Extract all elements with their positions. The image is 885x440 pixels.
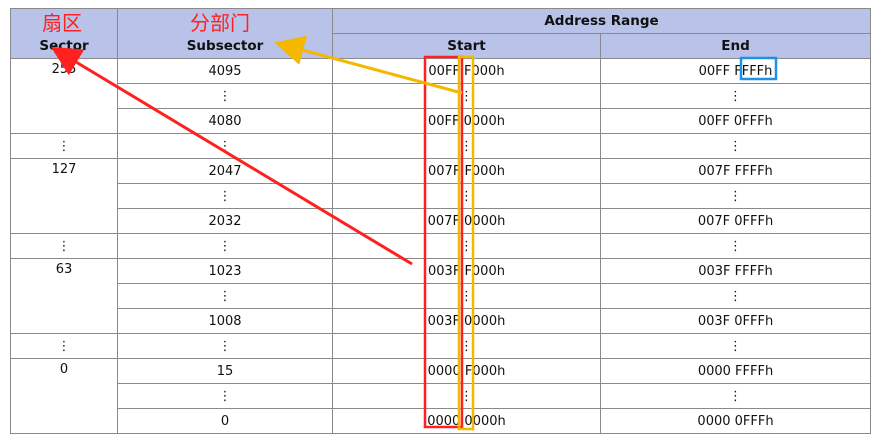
table-row: ⋮ ⋮ ⋮ (11, 283, 872, 309)
table-row: 0 15 0000 F000h 0000 FFFFh (10, 358, 872, 434)
header-end: End (599, 33, 872, 59)
table-row: ⋮ ⋮ ⋮ ⋮ (10, 133, 872, 159)
sector-cell: ⋮ (10, 333, 118, 359)
start-cell: ⋮ (332, 383, 601, 409)
end-cell: ⋮ (599, 183, 872, 209)
sector-cell: 0 (10, 358, 118, 434)
table-row: ⋮ ⋮ ⋮ ⋮ (10, 233, 872, 259)
address-range-table: Sector Subsector Address Range Start End… (10, 8, 872, 434)
table-row: ⋮ ⋮ ⋮ (11, 183, 872, 209)
subsector-cell: ⋮ (117, 283, 333, 309)
end-cell: ⋮ (599, 233, 872, 259)
sector-cell: 63 (10, 258, 118, 334)
start-cell: ⋮ (332, 333, 601, 359)
start-cell: ⋮ (332, 133, 601, 159)
subsector-cell: ⋮ (117, 333, 333, 359)
sector-cell: 255 (10, 58, 118, 134)
end-cell: 0000 FFFFh (599, 358, 872, 384)
subsector-cell: ⋮ (117, 83, 333, 109)
header-start: Start (332, 33, 601, 59)
end-cell: ⋮ (599, 133, 872, 159)
end-cell: ⋮ (599, 383, 872, 409)
sector-annotation-label: 扇区 (42, 11, 82, 35)
start-cell: 007F F000h (332, 158, 601, 184)
table-row: ⋮ ⋮ ⋮ (11, 83, 872, 109)
sector-cell: ⋮ (10, 133, 118, 159)
memory-map-figure: Sector Subsector Address Range Start End… (0, 0, 885, 440)
end-cell: ⋮ (599, 83, 872, 109)
start-cell: 003F 0000h (332, 308, 601, 334)
start-cell: ⋮ (332, 283, 601, 309)
end-cell: 003F 0FFFh (599, 308, 872, 334)
start-cell: 00FF F000h (332, 58, 601, 84)
subsector-cell: 1023 (117, 258, 333, 284)
sector-cell: ⋮ (10, 233, 118, 259)
table-row: 255 4095 00FF F000h 00FF FFFFh (10, 58, 872, 134)
table-row: 4080 00FF 0000h 00FF 0FFFh (11, 108, 872, 134)
subsector-cell: 2032 (117, 208, 333, 234)
subsector-cell: 1008 (117, 308, 333, 334)
start-cell: 00FF 0000h (332, 108, 601, 134)
end-cell: ⋮ (599, 283, 872, 309)
end-cell: 003F FFFFh (599, 258, 872, 284)
sector-cell: 127 (10, 158, 118, 234)
start-cell: ⋮ (332, 83, 601, 109)
end-cell: 007F 0FFFh (599, 208, 872, 234)
subsector-annotation-label: 分部门 (190, 11, 250, 35)
subsector-cell: 2047 (117, 158, 333, 184)
subsector-cell: ⋮ (117, 233, 333, 259)
table-row: 0 0000 0000h 0000 0FFFh (11, 408, 872, 434)
subsector-cell: 4080 (117, 108, 333, 134)
subsector-cell: ⋮ (117, 133, 333, 159)
table-row: 1008 003F 0000h 003F 0FFFh (11, 308, 872, 334)
start-cell: 0000 0000h (332, 408, 601, 434)
end-cell: 0000 0FFFh (599, 408, 872, 434)
start-cell: ⋮ (332, 233, 601, 259)
subsector-cell: ⋮ (117, 183, 333, 209)
header-address-range: Address Range (331, 8, 872, 34)
start-cell: 0000 F000h (332, 358, 601, 384)
subsector-cell: 15 (117, 358, 333, 384)
start-cell: 003F F000h (332, 258, 601, 284)
end-cell: ⋮ (599, 333, 872, 359)
subsector-cell: 4095 (117, 58, 333, 84)
table-row: 127 2047 007F F000h 007F FFFFh (10, 158, 872, 234)
end-cell: 00FF FFFFh (599, 58, 872, 84)
table-row: 63 1023 003F F000h 003F FFFFh (10, 258, 872, 334)
table-row: ⋮ ⋮ ⋮ (11, 383, 872, 409)
table-row: 2032 007F 0000h 007F 0FFFh (11, 208, 872, 234)
start-cell: ⋮ (332, 183, 601, 209)
table-row: ⋮ ⋮ ⋮ ⋮ (10, 333, 872, 359)
subsector-cell: ⋮ (117, 383, 333, 409)
subsector-cell: 0 (117, 408, 333, 434)
start-cell: 007F 0000h (332, 208, 601, 234)
end-cell: 007F FFFFh (599, 158, 872, 184)
end-cell: 00FF 0FFFh (599, 108, 872, 134)
